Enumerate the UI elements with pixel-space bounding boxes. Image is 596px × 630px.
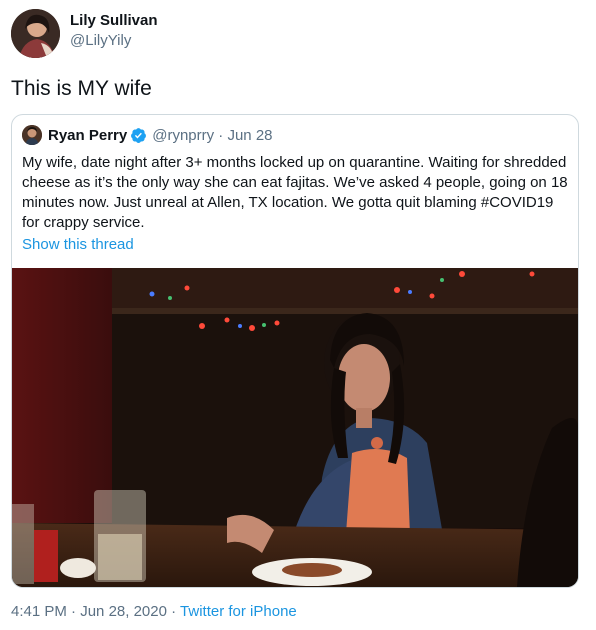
author-avatar[interactable] xyxy=(11,9,60,58)
quoted-tweet-photo[interactable] xyxy=(12,268,578,587)
quoted-avatar-image xyxy=(22,125,42,145)
quoted-separator: · xyxy=(218,126,224,144)
quoted-author-handle[interactable]: @rynprry · Jun 28 xyxy=(152,127,272,144)
tweet-time[interactable]: 4:41 PM xyxy=(11,603,67,620)
tweet-text: This is MY wife xyxy=(11,77,152,100)
restaurant-photo-image xyxy=(12,268,578,587)
quoted-date[interactable]: Jun 28 xyxy=(227,127,272,144)
author-name[interactable]: Lily Sullivan xyxy=(70,11,158,31)
quoted-author-name[interactable]: Ryan Perry xyxy=(48,127,127,144)
author-avatar-image xyxy=(11,9,60,58)
tweet-date[interactable]: Jun 28, 2020 xyxy=(80,603,167,620)
tweet-source-link[interactable]: Twitter for iPhone xyxy=(180,603,297,620)
quoted-tweet-text: My wife, date night after 3+ months lock… xyxy=(22,154,568,231)
verified-badge-icon xyxy=(130,127,147,144)
show-thread-link[interactable]: Show this thread xyxy=(22,235,134,255)
quoted-author-avatar[interactable] xyxy=(22,125,42,145)
meta-separator-1: · xyxy=(71,603,77,620)
author-handle[interactable]: @LilyYily xyxy=(70,31,158,51)
quoted-tweet-header: Ryan Perry @rynprry · Jun 28 xyxy=(22,125,273,145)
tweet-author[interactable]: Lily Sullivan @LilyYily xyxy=(11,9,158,58)
quoted-tweet[interactable]: Ryan Perry @rynprry · Jun 28 My wife, da… xyxy=(11,114,579,588)
tweet-metadata: 4:41 PM · Jun 28, 2020 · Twitter for iPh… xyxy=(11,602,297,622)
meta-separator-2: · xyxy=(171,603,177,620)
